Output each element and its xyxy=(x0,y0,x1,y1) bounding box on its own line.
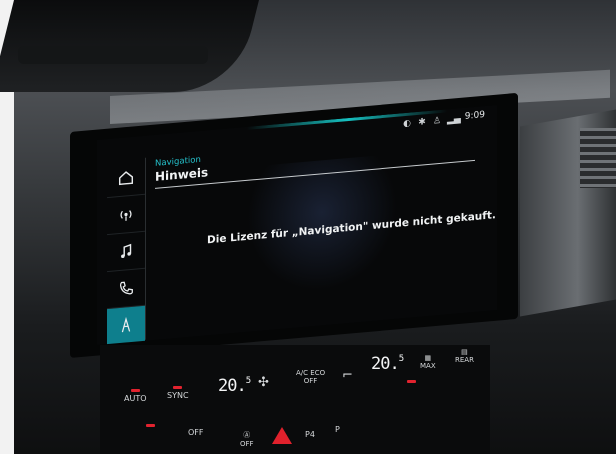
ac-label: A/C xyxy=(296,369,309,377)
sidebar-item-home[interactable] xyxy=(107,157,145,199)
auto-button[interactable]: AUTO xyxy=(124,389,147,403)
phone-icon xyxy=(119,281,133,295)
infotainment-screen: ◐ ✱ ♙ ▂▄ 9:09 Navigation Hinweis Die Liz… xyxy=(97,105,497,345)
seat-heating-icon[interactable]: ⌐ xyxy=(342,368,353,383)
seat-button[interactable] xyxy=(146,424,155,429)
rear-defrost-icon: ▤ xyxy=(461,348,468,356)
stop-start-icon: Ⓐ xyxy=(243,431,251,439)
max-defrost-button[interactable]: ▦ MAX xyxy=(420,354,436,370)
car-dashboard-scene: ◐ ✱ ♙ ▂▄ 9:09 Navigation Hinweis Die Liz… xyxy=(0,0,616,454)
sidebar-item-navigation[interactable] xyxy=(107,305,145,345)
fan-icon[interactable]: ✣ xyxy=(258,375,269,390)
seat-led-icon xyxy=(146,424,155,427)
voice-icon: ◐ xyxy=(403,118,411,130)
radio-icon xyxy=(120,210,132,221)
right-temp-value: 20. xyxy=(371,354,400,374)
rear-defrost-button[interactable]: ▤ REAR xyxy=(455,348,474,364)
ac-off-label: OFF xyxy=(303,377,318,385)
home-icon xyxy=(118,171,134,186)
left-temp-value: 20. xyxy=(218,376,247,396)
auto-led-icon xyxy=(130,389,140,392)
music-icon xyxy=(121,243,132,259)
drive-select-button[interactable] xyxy=(407,380,416,385)
hazard-icon[interactable] xyxy=(272,427,292,444)
sidebar xyxy=(107,157,146,345)
park-assist-label: P xyxy=(335,425,340,434)
sync-button[interactable]: SYNC xyxy=(167,386,189,400)
sync-led-icon xyxy=(173,386,183,389)
person-icon: ♙ xyxy=(432,115,442,127)
clock: 9:09 xyxy=(464,110,485,122)
sync-label: SYNC xyxy=(167,391,189,400)
eco-label: ECO xyxy=(310,369,326,377)
right-temp-decimal: 5 xyxy=(398,354,405,364)
air-vent-right xyxy=(580,128,616,188)
left-temperature[interactable]: 20.5 xyxy=(218,376,252,396)
ac-button[interactable]: A/C ECO OFF xyxy=(296,369,325,385)
air-vent-slat xyxy=(18,46,208,64)
bluetooth-icon: ✱ xyxy=(418,117,426,128)
status-icons: ◐ ✱ ♙ ▂▄ xyxy=(402,114,461,131)
sidebar-item-music[interactable] xyxy=(107,231,145,273)
off-button[interactable]: OFF xyxy=(188,428,204,437)
p4-button[interactable]: P4 xyxy=(305,430,315,439)
max-label: MAX xyxy=(420,362,436,370)
park-assist-button[interactable]: P xyxy=(335,425,340,434)
defrost-icon: ▦ xyxy=(424,354,432,362)
navigation-icon xyxy=(121,316,131,333)
left-temp-decimal: 5 xyxy=(245,376,252,386)
stop-start-button[interactable]: Ⓐ OFF xyxy=(240,430,254,448)
sidebar-item-radio[interactable] xyxy=(107,194,145,236)
rear-label: REAR xyxy=(455,356,474,364)
signal-icon: ▂▄ xyxy=(447,114,461,126)
right-temperature[interactable]: 20.5 xyxy=(371,354,405,374)
sidebar-item-phone[interactable] xyxy=(107,268,145,310)
auto-label: AUTO xyxy=(124,394,147,403)
stop-start-label: OFF xyxy=(240,440,254,448)
drive-select-led-icon xyxy=(407,380,416,383)
